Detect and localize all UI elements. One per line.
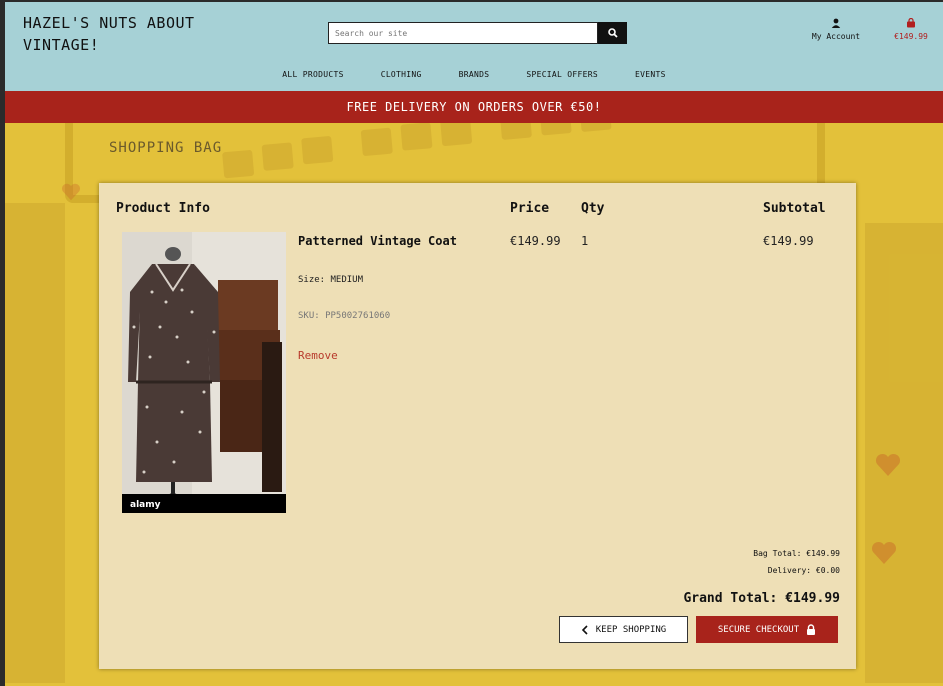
user-icon bbox=[831, 18, 841, 28]
nav-brands[interactable]: BRANDS bbox=[459, 70, 490, 84]
bag-total: Bag Total: €149.99 bbox=[753, 549, 840, 558]
product-name[interactable]: Patterned Vintage Coat bbox=[298, 234, 457, 248]
heart-decoration-icon bbox=[875, 453, 901, 476]
header-product-info: Product Info bbox=[116, 201, 210, 216]
site-header: HAZEL'S NUTS ABOUT VINTAGE! My Account bbox=[5, 2, 943, 91]
search-icon bbox=[607, 28, 618, 38]
header-qty: Qty bbox=[581, 201, 605, 216]
nav-events[interactable]: EVENTS bbox=[635, 70, 666, 84]
nav-clothing[interactable]: CLOTHING bbox=[381, 70, 422, 84]
product-price: €149.99 bbox=[510, 234, 561, 248]
main-content: SHOPPING BAG Product Info Price Qty Subt… bbox=[5, 123, 943, 686]
product-sku: SKU: PP5002761060 bbox=[298, 311, 391, 321]
search-button[interactable] bbox=[598, 22, 627, 44]
main-nav: ALL PRODUCTS CLOTHING BRANDS SPECIAL OFF… bbox=[5, 70, 943, 84]
grand-total: Grand Total: €149.99 bbox=[683, 591, 840, 606]
my-account-link[interactable]: My Account bbox=[803, 18, 869, 41]
product-subtotal: €149.99 bbox=[763, 234, 814, 248]
nav-special-offers[interactable]: SPECIAL OFFERS bbox=[526, 70, 598, 84]
heart-decoration-icon bbox=[61, 183, 81, 201]
product-image[interactable]: alamy bbox=[122, 232, 286, 513]
delivery-total: Delivery: €0.00 bbox=[767, 566, 840, 575]
shopping-bag-card: Product Info Price Qty Subtotal alamy Pa… bbox=[99, 183, 856, 669]
bag-total-amount: €149.99 bbox=[894, 32, 928, 41]
image-watermark: alamy bbox=[130, 500, 161, 510]
heart-decoration-icon bbox=[871, 541, 897, 564]
search-bar bbox=[328, 22, 627, 44]
keep-shopping-label: KEEP SHOPPING bbox=[595, 624, 667, 635]
secure-checkout-button[interactable]: SECURE CHECKOUT bbox=[696, 616, 838, 643]
nav-all-products[interactable]: ALL PRODUCTS bbox=[282, 70, 343, 84]
page-title: SHOPPING BAG bbox=[109, 140, 223, 156]
remove-link[interactable]: Remove bbox=[298, 349, 338, 362]
product-photo: alamy bbox=[122, 232, 286, 513]
keep-shopping-button[interactable]: KEEP SHOPPING bbox=[559, 616, 688, 643]
background-decoration bbox=[5, 203, 65, 683]
lock-icon bbox=[807, 624, 816, 635]
chevron-left-icon bbox=[581, 624, 588, 635]
delivery-banner: FREE DELIVERY ON ORDERS OVER €50! bbox=[5, 91, 943, 123]
header-subtotal: Subtotal bbox=[763, 201, 826, 216]
secure-checkout-label: SECURE CHECKOUT bbox=[717, 624, 800, 635]
page-frame: HAZEL'S NUTS ABOUT VINTAGE! My Account bbox=[5, 2, 943, 686]
product-qty[interactable]: 1 bbox=[581, 234, 588, 248]
account-label: My Account bbox=[811, 32, 861, 41]
header-price: Price bbox=[510, 201, 550, 216]
product-size: Size: MEDIUM bbox=[298, 275, 364, 285]
search-input[interactable] bbox=[328, 22, 598, 44]
shopping-bag-icon bbox=[907, 18, 915, 28]
site-logo[interactable]: HAZEL'S NUTS ABOUT VINTAGE! bbox=[23, 12, 253, 56]
shopping-bag-link[interactable]: €149.99 bbox=[889, 18, 933, 41]
